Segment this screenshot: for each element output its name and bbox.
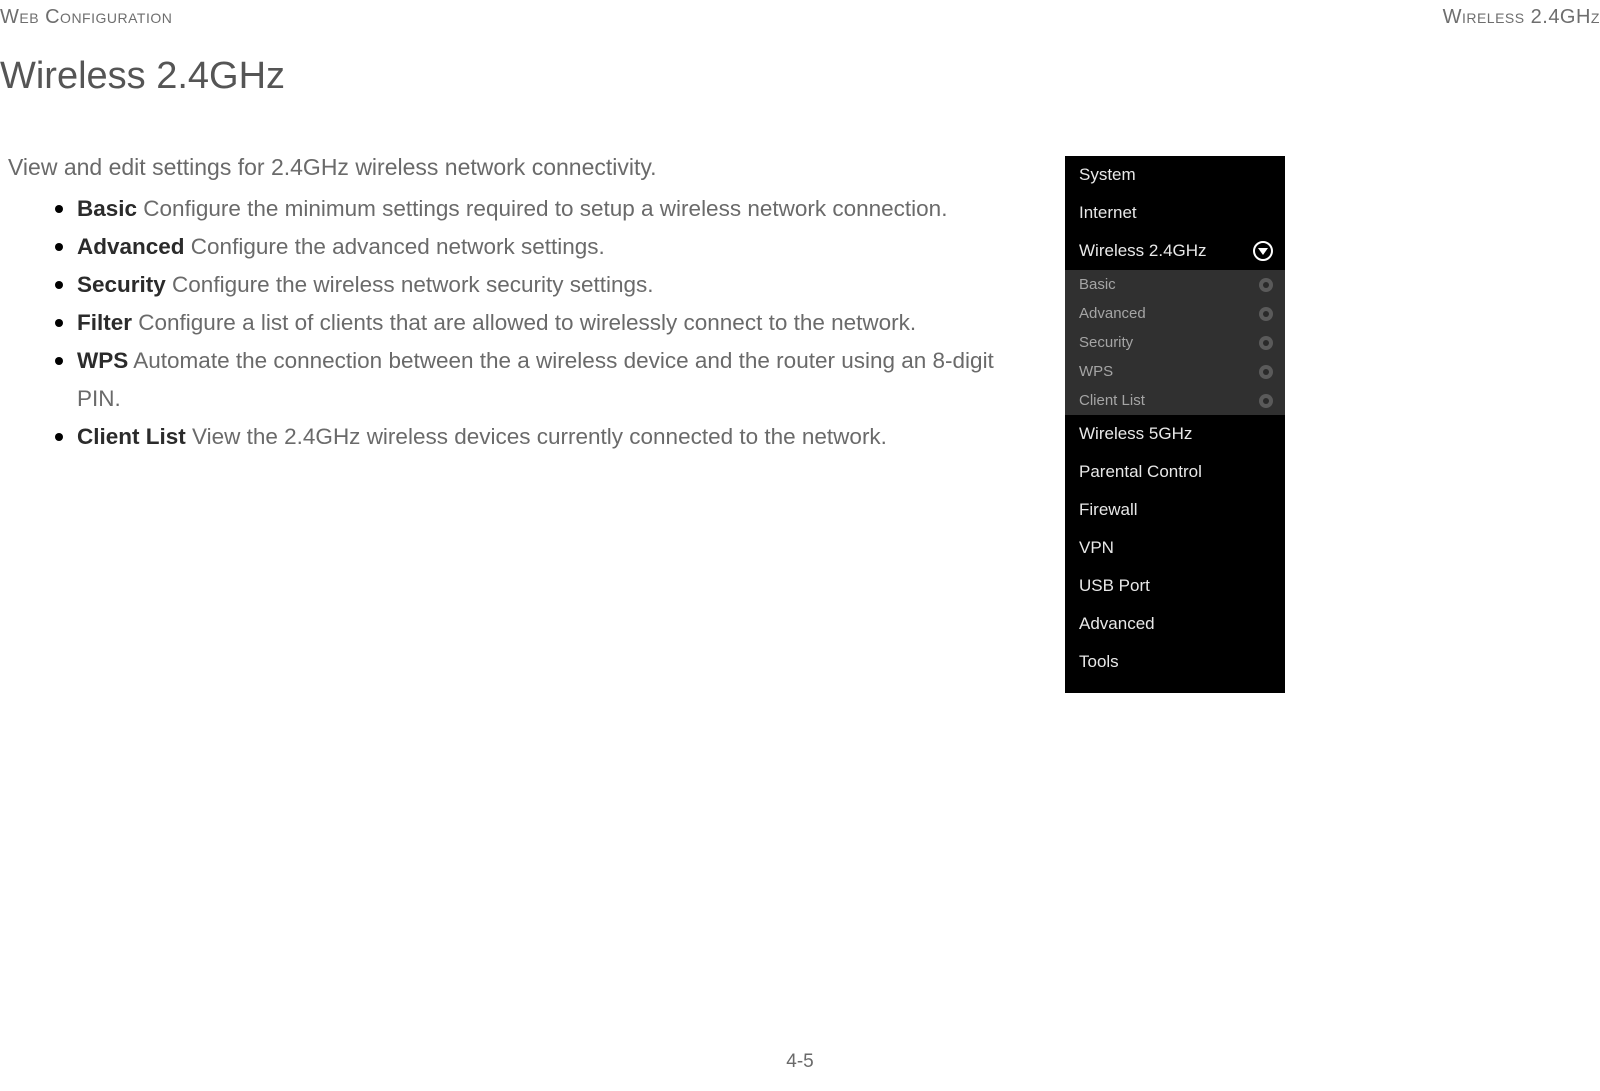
chevron-down-icon <box>1253 241 1273 261</box>
sidebar-item-label: Parental Control <box>1079 462 1202 482</box>
sidebar-item-label: Internet <box>1079 203 1137 223</box>
term-filter: Filter <box>77 310 132 335</box>
list-item: Advanced Configure the advanced network … <box>55 228 1015 266</box>
sidebar-item-label: VPN <box>1079 538 1114 558</box>
sidebar-item-label: Advanced <box>1079 614 1155 634</box>
sidebar-item-parental-control[interactable]: Parental Control <box>1065 453 1285 491</box>
sidebar-item-vpn[interactable]: VPN <box>1065 529 1285 567</box>
sidebar-subitem-client-list[interactable]: Client List <box>1065 386 1285 415</box>
desc: Configure the wireless network security … <box>166 272 654 297</box>
sidebar-subitem-wps[interactable]: WPS <box>1065 357 1285 386</box>
page-title: Wireless 2.4GHz <box>0 55 285 98</box>
intro-text: View and edit settings for 2.4GHz wirele… <box>8 154 657 181</box>
sidebar-item-tools[interactable]: Tools <box>1065 643 1285 681</box>
sidebar-nav: System Internet Wireless 2.4GHz Basic Ad… <box>1065 156 1285 693</box>
sidebar-subitem-label: Basic <box>1079 276 1116 293</box>
sidebar-item-label: Firewall <box>1079 500 1138 520</box>
sidebar-item-system[interactable]: System <box>1065 156 1285 194</box>
sidebar-subitem-label: Client List <box>1079 392 1145 409</box>
sidebar-subitem-label: Security <box>1079 334 1133 351</box>
sidebar-subitem-label: Advanced <box>1079 305 1146 322</box>
sidebar-subitem-label: WPS <box>1079 363 1113 380</box>
radio-icon <box>1259 365 1273 379</box>
sidebar-item-advanced[interactable]: Advanced <box>1065 605 1285 643</box>
page-number: 4-5 <box>0 1051 1600 1073</box>
desc: Configure the minimum settings required … <box>137 196 947 221</box>
radio-icon <box>1259 307 1273 321</box>
sidebar-item-usb-port[interactable]: USB Port <box>1065 567 1285 605</box>
desc: Configure a list of clients that are all… <box>132 310 916 335</box>
sidebar-item-label: Tools <box>1079 652 1119 672</box>
sidebar-item-firewall[interactable]: Firewall <box>1065 491 1285 529</box>
sidebar-item-internet[interactable]: Internet <box>1065 194 1285 232</box>
sidebar-item-label: USB Port <box>1079 576 1150 596</box>
term-basic: Basic <box>77 196 137 221</box>
sidebar-subitem-security[interactable]: Security <box>1065 328 1285 357</box>
sidebar-subitem-basic[interactable]: Basic <box>1065 270 1285 299</box>
radio-icon <box>1259 336 1273 350</box>
sidebar-item-label: Wireless 5GHz <box>1079 424 1192 444</box>
header-right: Wireless 2.4GHz <box>1443 6 1600 29</box>
sidebar-subpanel: Basic Advanced Security WPS Client List <box>1065 270 1285 415</box>
desc: View the 2.4GHz wireless devices current… <box>186 424 887 449</box>
list-item: WPS Automate the connection between the … <box>55 342 1015 418</box>
sidebar-item-wireless-5ghz[interactable]: Wireless 5GHz <box>1065 415 1285 453</box>
term-security: Security <box>77 272 166 297</box>
sidebar-subitem-advanced[interactable]: Advanced <box>1065 299 1285 328</box>
list-item: Security Configure the wireless network … <box>55 266 1015 304</box>
desc: Automate the connection between the a wi… <box>77 348 994 411</box>
list-item: Client List View the 2.4GHz wireless dev… <box>55 418 1015 456</box>
sidebar-item-label: System <box>1079 165 1136 185</box>
desc: Configure the advanced network settings. <box>185 234 605 259</box>
term-wps: WPS <box>77 348 128 373</box>
term-client-list: Client List <box>77 424 186 449</box>
sidebar-item-label: Wireless 2.4GHz <box>1079 241 1207 261</box>
radio-icon <box>1259 394 1273 408</box>
radio-icon <box>1259 278 1273 292</box>
header-left: Web Configuration <box>0 6 172 29</box>
term-advanced: Advanced <box>77 234 185 259</box>
list-item: Basic Configure the minimum settings req… <box>55 190 1015 228</box>
feature-list: Basic Configure the minimum settings req… <box>55 190 1015 456</box>
list-item: Filter Configure a list of clients that … <box>55 304 1015 342</box>
sidebar-item-wireless-24ghz[interactable]: Wireless 2.4GHz <box>1065 232 1285 270</box>
